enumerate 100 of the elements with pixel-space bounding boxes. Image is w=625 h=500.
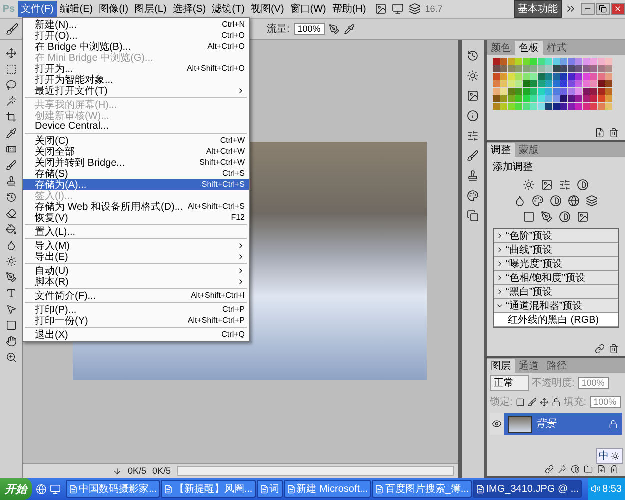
restore-button[interactable] [596, 3, 610, 15]
screen-icon[interactable] [392, 3, 404, 15]
marquee-icon[interactable] [6, 64, 16, 75]
brush-preset-icon[interactable] [467, 150, 479, 162]
menu-entry[interactable]: 关闭全部 Alt+Ctrl+W [23, 146, 249, 157]
menu-entry[interactable]: Device Central... [23, 121, 249, 132]
panel-tab[interactable]: 通道 [515, 359, 543, 373]
scrollbar[interactable] [177, 466, 454, 476]
ime-toolbar[interactable]: 中 [596, 448, 623, 464]
taskbar-button[interactable]: 新建 Microsoft... [284, 480, 372, 498]
eraser-icon[interactable] [6, 208, 16, 219]
menu-item[interactable]: 滤镜(T) [209, 1, 248, 17]
menu-item[interactable]: 选择(S) [170, 1, 210, 17]
trash-icon[interactable] [609, 128, 619, 138]
new-swatch-icon[interactable] [595, 128, 605, 138]
panel-tab[interactable]: 颜色 [487, 41, 515, 55]
volume-icon[interactable] [590, 484, 601, 494]
flow-field[interactable]: 100% [294, 23, 325, 35]
type-icon[interactable] [6, 288, 16, 299]
menu-entry[interactable]: 脚本(R) [23, 276, 249, 287]
stamp-icon[interactable] [6, 176, 16, 187]
move-icon[interactable] [6, 48, 16, 59]
panel-tab[interactable]: 调整 [487, 143, 515, 157]
menu-item[interactable]: 视图(V) [248, 1, 288, 17]
drop-icon[interactable] [6, 240, 16, 251]
preset-row[interactable]: “色阶”预设 [494, 229, 618, 243]
opacity-field[interactable]: 100% [578, 377, 609, 389]
clone-source-icon[interactable] [467, 170, 479, 182]
taskbar-button[interactable]: 词 [256, 480, 283, 498]
palette-icon[interactable] [467, 190, 479, 202]
group-icon[interactable] [584, 465, 593, 474]
blend-mode-select[interactable]: 正常 [490, 375, 529, 391]
desktop-icon[interactable] [50, 484, 61, 494]
preset-row[interactable]: “通道混和器”预设 [494, 299, 618, 313]
menu-entry[interactable]: 在 Bridge 中浏览(B)... Alt+Ctrl+O [23, 41, 249, 52]
bandage-icon[interactable] [6, 144, 16, 155]
chevrons-icon[interactable] [565, 3, 577, 15]
sliders-icon[interactable] [467, 130, 479, 142]
preset-row[interactable]: “曝光度”预设 [494, 257, 618, 271]
brush-icon[interactable] [6, 160, 16, 171]
menu-entry[interactable]: 最近打开文件(T) [23, 85, 249, 96]
menu-entry[interactable]: 退出(X) Ctrl+Q [23, 329, 249, 340]
lasso-icon[interactable] [6, 80, 16, 91]
panel-tab[interactable]: 样式 [543, 41, 571, 55]
zoom-icon[interactable] [6, 352, 16, 363]
arrow-icon[interactable] [113, 466, 122, 476]
menu-entry[interactable]: 打开为... Alt+Shift+Ctrl+O [23, 63, 249, 74]
eyedropper-icon[interactable] [6, 128, 16, 139]
browser-icon[interactable] [36, 484, 47, 494]
info-icon[interactable] [467, 110, 479, 122]
preset-row[interactable]: “黑白”预设 [494, 285, 618, 299]
color-swatches-drawing[interactable] [493, 58, 613, 111]
start-button[interactable]: 开始 [0, 478, 32, 500]
preset-row[interactable]: “色相/饱和度”预设 [494, 271, 618, 285]
menu-entry[interactable]: 导入(M) [23, 240, 249, 251]
close-button[interactable] [611, 3, 625, 15]
rectangle-icon[interactable] [6, 320, 16, 331]
taskbar-button[interactable]: 百度图片搜索_簿... [372, 480, 472, 498]
menu-entry[interactable]: 打开(O)... Ctrl+O [23, 30, 249, 41]
workspace-button[interactable]: 基本功能 [514, 0, 562, 18]
taskbar-button[interactable]: 中国数码摄影家... [66, 480, 160, 498]
panel-tab[interactable]: 图层 [487, 359, 515, 373]
menu-entry[interactable]: 关闭并转到 Bridge... Shift+Ctrl+W [23, 157, 249, 168]
lock-icon[interactable] [609, 420, 618, 428]
link-icon[interactable] [545, 465, 554, 474]
menu-entry[interactable]: 打印一份(Y) Alt+Shift+Ctrl+P [23, 315, 249, 326]
pen-icon[interactable] [6, 272, 16, 283]
menu-item[interactable]: 图像(I) [96, 1, 132, 17]
zoom-level[interactable]: 16.7 [425, 4, 443, 14]
menu-entry[interactable]: 存储为 Web 和设备所用格式(D)... Alt+Shift+Ctrl+S [23, 201, 249, 212]
new-layer-icon[interactable] [597, 465, 606, 474]
taskbar-button[interactable]: IMG_3410.JPG @ ... [473, 480, 582, 498]
ime-mode[interactable]: 中 [599, 449, 609, 463]
menu-item[interactable]: 图层(L) [132, 1, 170, 17]
panel-tab[interactable]: 路径 [543, 359, 571, 373]
menu-entry[interactable]: 关闭(C) Ctrl+W [23, 135, 249, 146]
wand-icon[interactable] [6, 96, 16, 107]
fill-field[interactable]: 100% [590, 396, 621, 408]
menu-item[interactable]: 编辑(E) [56, 1, 96, 17]
menu-item[interactable]: 帮助(H) [329, 1, 370, 17]
menu-item[interactable]: 文件(F) [18, 1, 57, 17]
menu-entry[interactable]: 打开为智能对象... [23, 74, 249, 85]
lock-icon[interactable] [552, 398, 561, 406]
menu-entry[interactable]: 文件简介(F)... Alt+Shift+Ctrl+I [23, 290, 249, 301]
crop-icon[interactable] [6, 112, 16, 123]
menu-entry[interactable]: 新建(N)... Ctrl+N [23, 19, 249, 30]
hand-icon[interactable] [6, 336, 16, 347]
contrast-icon[interactable] [550, 195, 562, 207]
preset-row[interactable]: 红外线的黑白 (RGB) [494, 313, 618, 327]
preset-row[interactable]: “曲线”预设 [494, 243, 618, 257]
menu-entry[interactable]: 存储为(A)... Shift+Ctrl+S [23, 179, 249, 190]
panel-tab[interactable]: 色板 [515, 41, 543, 55]
panel-tab[interactable]: 蒙版 [515, 143, 543, 157]
menu-entry[interactable]: 存储(S) Ctrl+S [23, 168, 249, 179]
menu-entry[interactable]: 自动(U) [23, 265, 249, 276]
minimize-button[interactable] [581, 3, 595, 15]
menu-entry[interactable]: 恢复(V) F12 [23, 212, 249, 223]
pointer-icon[interactable] [6, 304, 16, 315]
trash-icon[interactable] [609, 344, 619, 354]
menu-entry[interactable]: 打印(P)... Ctrl+P [23, 304, 249, 315]
